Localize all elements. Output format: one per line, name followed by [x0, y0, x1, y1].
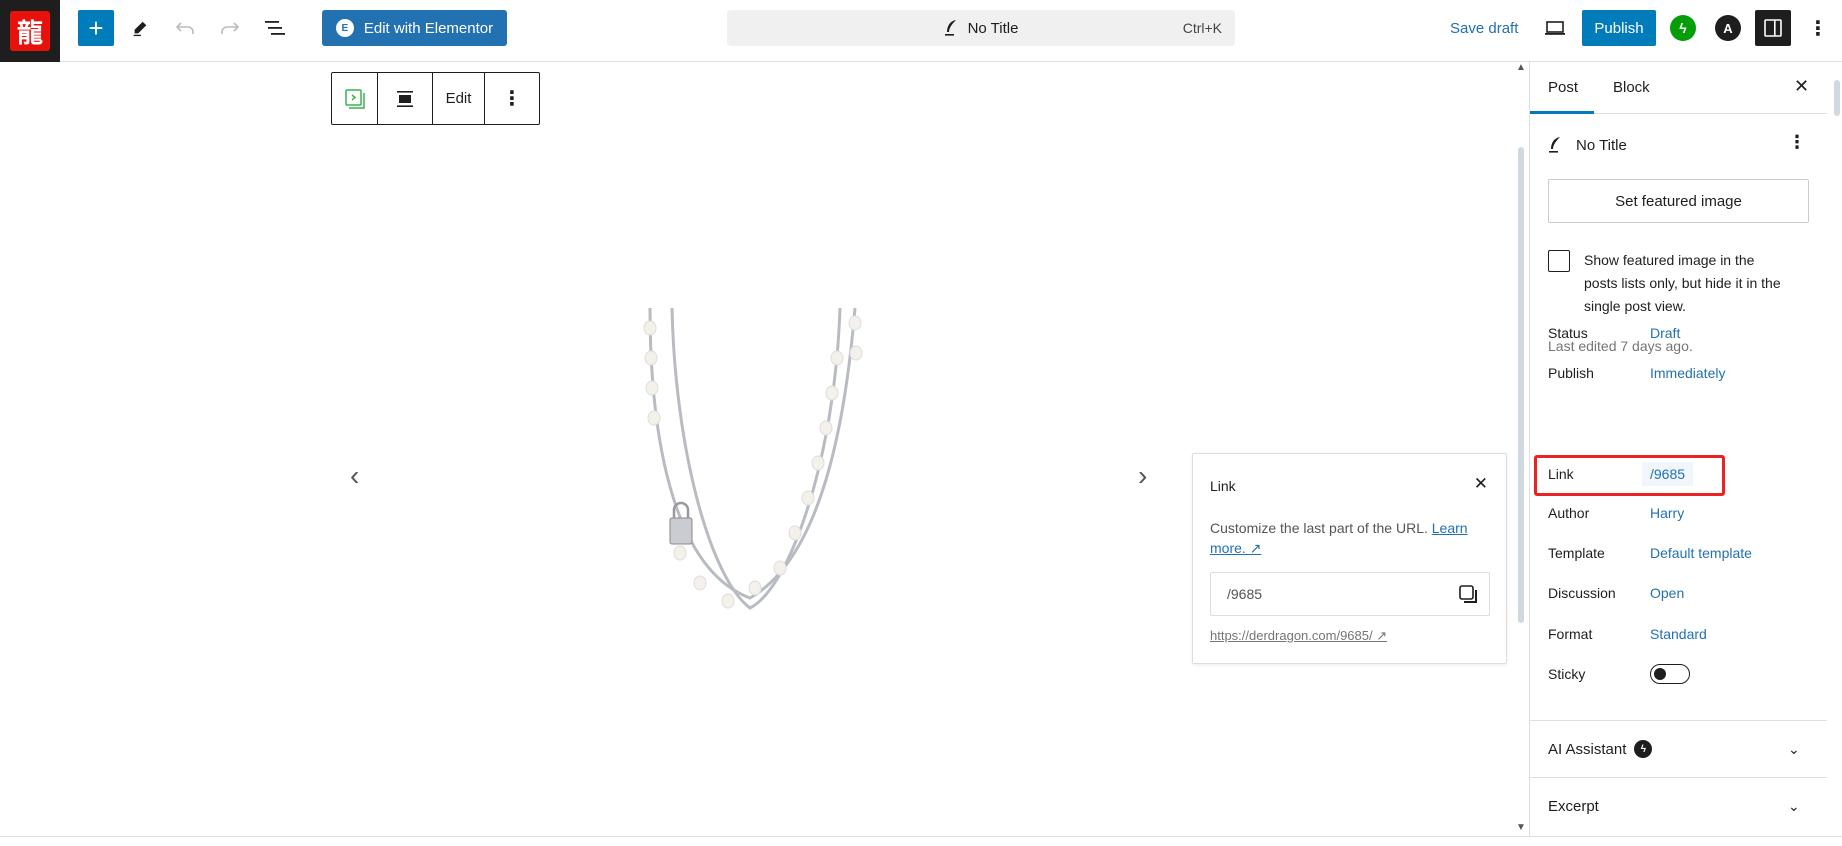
jetpack-icon[interactable]: ϟ [1670, 15, 1696, 41]
discussion-row: Discussion Open [1548, 579, 1818, 607]
block-type-button[interactable] [332, 73, 378, 124]
dragon-logo-icon: 龍 [10, 11, 50, 51]
settings-sidebar: Post Block ✕ No Title ⋮ Set featured ima… [1529, 62, 1842, 836]
command-shortcut: Ctrl+K [1182, 20, 1222, 36]
document-overview-button[interactable] [257, 10, 293, 46]
block-toolbar: Edit ⋮ [331, 72, 540, 125]
redo-button[interactable] [212, 10, 248, 46]
jetpack-ai-icon: ϟ [1634, 740, 1653, 758]
author-label: Author [1548, 505, 1590, 521]
author-value[interactable]: Harry [1650, 505, 1684, 521]
link-row: Link /9685 [1548, 460, 1818, 488]
edit-with-elementor-button[interactable]: E Edit with Elementor [322, 10, 507, 46]
template-label: Template [1548, 545, 1605, 561]
editor-canvas[interactable]: Edit ⋮ ‹ › ▲ ▼ [0, 62, 1529, 836]
sticky-toggle[interactable] [1650, 664, 1690, 684]
publish-row: Publish Immediately [1548, 359, 1818, 387]
link-popover-title: Link [1210, 478, 1236, 494]
template-row: Template Default template [1548, 539, 1818, 567]
list-view-icon [265, 21, 285, 35]
astra-icon[interactable]: A [1715, 15, 1741, 41]
copy-icon[interactable] [1457, 583, 1479, 605]
format-label: Format [1548, 626, 1593, 642]
undo-icon [175, 22, 194, 34]
sidebar-tabs: Post Block ✕ [1530, 62, 1827, 114]
template-value[interactable]: Default template [1650, 545, 1752, 561]
set-featured-image-button[interactable]: Set featured image [1548, 179, 1809, 223]
status-label: Status [1548, 325, 1588, 341]
publish-value[interactable]: Immediately [1650, 365, 1725, 381]
sidebar-icon [1764, 19, 1782, 37]
command-palette-bar[interactable]: No Title Ctrl+K [727, 10, 1235, 46]
link-popover: Link ✕ Customize the last part of the UR… [1192, 453, 1507, 664]
status-value[interactable]: Draft [1650, 325, 1680, 341]
post-feather-icon [944, 20, 956, 36]
tools-button[interactable] [122, 10, 158, 46]
site-logo[interactable]: 龍 [0, 0, 60, 62]
undo-button[interactable] [167, 10, 203, 46]
excerpt-label: Excerpt [1548, 797, 1599, 815]
discussion-label: Discussion [1548, 585, 1616, 601]
align-wide-icon [397, 90, 413, 107]
link-label: Link [1548, 466, 1574, 482]
canvas-scroll-down[interactable]: ▼ [1516, 822, 1526, 833]
permalink-link[interactable]: https://derdragon.com/9685/ ↗ [1210, 628, 1387, 644]
author-row: Author Harry [1548, 499, 1818, 527]
featured-image-checkbox-label: Show featured image in the posts lists o… [1584, 252, 1781, 314]
sticky-label: Sticky [1548, 666, 1586, 682]
format-row: Format Standard [1548, 620, 1818, 648]
slider-prev-arrow[interactable]: ‹ [350, 460, 359, 492]
preview-button[interactable] [1537, 10, 1573, 46]
add-block-button[interactable]: + [78, 10, 114, 46]
edit-block-button[interactable]: Edit [433, 73, 485, 124]
product-image-necklace [643, 308, 863, 610]
sticky-row: Sticky [1548, 660, 1818, 688]
command-title-text: No Title [967, 19, 1019, 37]
close-icon[interactable]: ✕ [1474, 474, 1488, 494]
active-tab-indicator [1530, 111, 1594, 114]
post-feather-icon [1549, 137, 1560, 153]
canvas-scroll-up[interactable]: ▲ [1516, 62, 1526, 73]
canvas-scrollbar[interactable] [1518, 147, 1524, 623]
sidebar-scrollbar[interactable] [1834, 80, 1840, 116]
command-title: No Title [944, 19, 1019, 37]
slider-next-arrow[interactable]: › [1138, 460, 1147, 492]
slider-block-icon [344, 88, 365, 109]
link-value[interactable]: /9685 [1642, 462, 1694, 486]
featured-image-checkbox[interactable] [1548, 250, 1570, 272]
save-draft-button[interactable]: Save draft [1450, 10, 1518, 46]
settings-sidebar-toggle[interactable] [1755, 10, 1791, 46]
ai-assistant-label: AI Assistant [1548, 740, 1627, 758]
slug-input[interactable]: /9685 [1210, 572, 1490, 616]
post-actions-menu[interactable]: ⋮ [1788, 132, 1806, 153]
status-row: Status Draft [1548, 319, 1818, 347]
tab-block[interactable]: Block [1613, 79, 1650, 96]
post-summary-title: No Title [1548, 136, 1627, 154]
elementor-label: Edit with Elementor [363, 19, 494, 37]
publish-label: Publish [1548, 365, 1594, 381]
chevron-down-icon: ⌄ [1788, 797, 1800, 814]
slug-value: /9685 [1227, 586, 1263, 602]
link-popover-description: Customize the last part of the URL. Lear… [1210, 520, 1468, 556]
ai-assistant-panel[interactable]: AI Assistant ϟ ⌄ [1530, 720, 1827, 777]
discussion-value[interactable]: Open [1650, 585, 1684, 601]
chevron-down-icon: ⌄ [1788, 740, 1800, 757]
tab-post[interactable]: Post [1548, 79, 1578, 96]
excerpt-panel[interactable]: Excerpt ⌄ [1530, 777, 1827, 834]
editor-header: 龍 + E Edit with Elementor No Title Ctrl+… [0, 0, 1842, 62]
align-button[interactable] [378, 73, 433, 124]
redo-icon [221, 22, 240, 34]
format-value[interactable]: Standard [1650, 626, 1707, 642]
elementor-icon: E [335, 19, 354, 37]
post-title-text: No Title [1576, 136, 1627, 154]
publish-button[interactable]: Publish [1582, 10, 1656, 46]
pencil-icon [133, 21, 147, 37]
block-options-button[interactable]: ⋮ [485, 73, 539, 124]
options-menu-button[interactable]: ⋮ [1800, 10, 1836, 46]
block-breadcrumb-bar [0, 836, 1842, 846]
laptop-icon [1545, 21, 1565, 35]
close-sidebar-icon[interactable]: ✕ [1794, 76, 1809, 97]
toggle-knob [1654, 668, 1666, 680]
